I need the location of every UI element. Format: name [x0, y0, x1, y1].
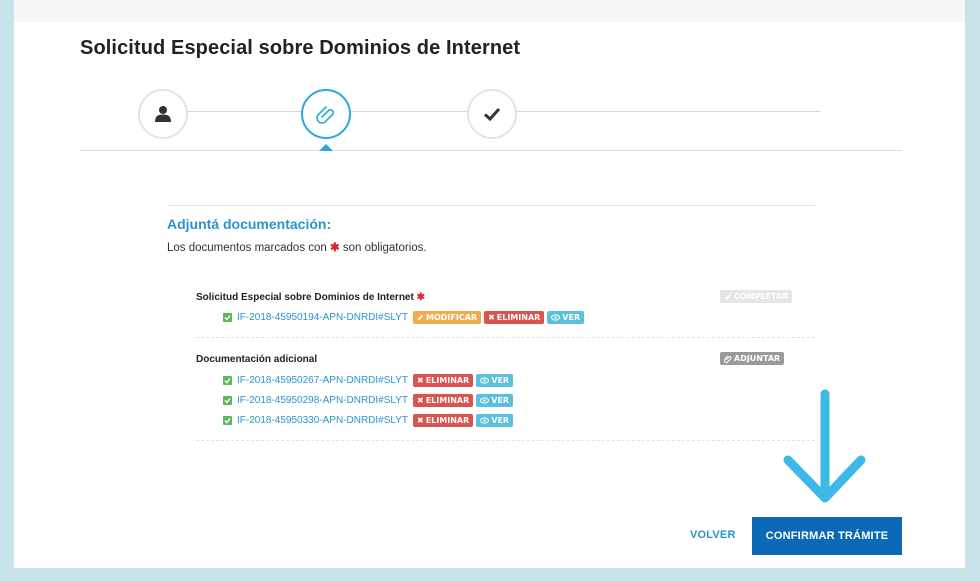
document-link[interactable]: IF-2018-45950298-APN-DNRDI#SLYT: [237, 395, 408, 406]
complete-button[interactable]: COMPLETAR: [720, 290, 793, 303]
down-arrow-icon: [783, 389, 866, 503]
checkbox-checked-icon: [223, 395, 232, 405]
document-link[interactable]: IF-2018-45950267-APN-DNRDI#SLYT: [237, 375, 408, 386]
required-doc-title: Solicitud Especial sobre Dominios de Int…: [196, 292, 425, 303]
list-item: IF-2018-45950194-APN-DNRDI#SLYT MODIFICA…: [223, 310, 585, 324]
close-icon: ✖: [417, 395, 424, 405]
required-marker: ✱: [416, 292, 425, 303]
required-marker: ✱: [330, 242, 340, 254]
view-button[interactable]: VER: [476, 413, 514, 427]
attach-button[interactable]: ADJUNTAR: [720, 352, 785, 365]
check-icon: [483, 107, 501, 122]
section-title: Adjuntá documentación:: [167, 216, 332, 232]
section-divider: [167, 205, 815, 206]
confirm-button[interactable]: CONFIRMAR TRÁMITE: [752, 517, 902, 555]
eye-icon: [551, 313, 561, 321]
section-note: Los documentos marcados con ✱ son obliga…: [167, 240, 427, 254]
list-item: IF-2018-45950298-APN-DNRDI#SLYT ✖ ELIMIN…: [223, 393, 514, 407]
header-divider: [80, 150, 902, 151]
list-item: IF-2018-45950330-APN-DNRDI#SLYT ✖ ELIMIN…: [223, 413, 514, 427]
close-icon: ✖: [417, 375, 424, 385]
view-button[interactable]: VER: [476, 393, 514, 407]
delete-button[interactable]: ✖ ELIMINAR: [413, 413, 474, 427]
active-step-caret: [319, 144, 333, 151]
step-documents[interactable]: [301, 89, 351, 139]
checkbox-checked-icon: [223, 375, 232, 385]
eye-icon: [480, 376, 490, 384]
close-icon: ✖: [417, 415, 424, 425]
note-text-after: son obligatorios.: [342, 242, 427, 254]
pencil-icon: [725, 293, 731, 300]
delete-button[interactable]: ✖ ELIMINAR: [413, 373, 474, 387]
view-button[interactable]: VER: [476, 373, 514, 387]
delete-button[interactable]: ✖ ELIMINAR: [484, 310, 545, 324]
checkbox-checked-icon: [223, 415, 232, 425]
view-button[interactable]: VER: [547, 310, 585, 324]
delete-label: ELIMINAR: [425, 395, 470, 405]
modify-button[interactable]: MODIFICAR: [413, 310, 482, 324]
additional-docs-title: Documentación adicional: [196, 354, 318, 365]
step-user[interactable]: [138, 89, 188, 139]
delete-label: ELIMINAR: [425, 375, 470, 385]
checkbox-checked-icon: [223, 312, 232, 322]
view-label: VER: [562, 312, 581, 322]
eye-icon: [480, 396, 490, 404]
pencil-icon: [417, 314, 424, 320]
row-divider: [196, 440, 815, 441]
user-icon: [155, 106, 171, 122]
page-title: Solicitud Especial sobre Dominios de Int…: [80, 37, 521, 59]
paperclip-icon: [724, 355, 732, 363]
note-text-before: Los documentos marcados con: [167, 242, 327, 254]
modify-label: MODIFICAR: [426, 312, 478, 322]
paperclip-icon: [316, 106, 335, 124]
complete-label: COMPLETAR: [734, 292, 789, 301]
delete-label: ELIMINAR: [425, 415, 470, 425]
list-item: IF-2018-45950267-APN-DNRDI#SLYT ✖ ELIMIN…: [223, 373, 514, 387]
delete-button[interactable]: ✖ ELIMINAR: [413, 393, 474, 407]
card-topbar: [14, 0, 965, 22]
row-divider: [196, 337, 815, 338]
required-doc-title-text: Solicitud Especial sobre Dominios de Int…: [196, 292, 414, 303]
view-label: VER: [491, 395, 510, 405]
back-button[interactable]: VOLVER: [690, 529, 736, 541]
view-label: VER: [491, 375, 510, 385]
close-icon: ✖: [488, 312, 495, 322]
attach-label: ADJUNTAR: [734, 354, 781, 363]
eye-icon: [480, 416, 490, 424]
document-link[interactable]: IF-2018-45950194-APN-DNRDI#SLYT: [237, 312, 408, 323]
delete-label: ELIMINAR: [496, 312, 541, 322]
view-label: VER: [491, 415, 510, 425]
step-confirm[interactable]: [467, 89, 517, 139]
document-link[interactable]: IF-2018-45950330-APN-DNRDI#SLYT: [237, 415, 408, 426]
